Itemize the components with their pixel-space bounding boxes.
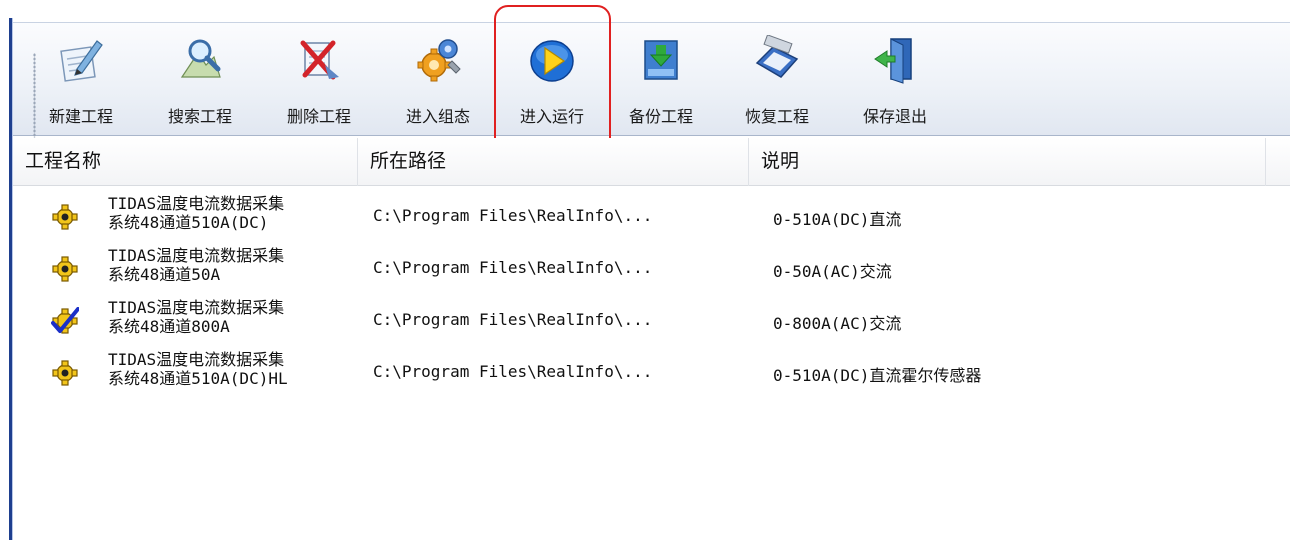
enter-run-label: 进入运行 xyxy=(519,107,584,126)
project-gear-icon xyxy=(51,359,79,387)
save-exit-label: 保存退出 xyxy=(862,107,927,126)
delete-project-icon xyxy=(295,35,343,85)
new-project-icon xyxy=(57,35,105,85)
project-name: TIDAS温度电流数据采集 系统48通道50A xyxy=(108,246,363,284)
project-name-line1: TIDAS温度电流数据采集 xyxy=(108,298,285,317)
project-description: 0-510A(DC)直流霍尔传感器 xyxy=(773,366,982,385)
column-header-path[interactable]: 所在路径 xyxy=(358,138,749,186)
column-header-description[interactable]: 说明 xyxy=(749,138,1266,186)
project-name: TIDAS温度电流数据采集 系统48通道510A(DC) xyxy=(108,194,363,232)
save-exit-door-icon xyxy=(871,35,919,85)
project-name-line1: TIDAS温度电流数据采集 xyxy=(108,194,285,213)
project-path: C:\Program Files\RealInfo\... xyxy=(373,206,653,225)
configure-gear-icon xyxy=(414,35,462,85)
project-description: 0-510A(DC)直流 xyxy=(773,210,902,229)
backup-project-button[interactable]: 备份工程 xyxy=(621,23,701,135)
project-row[interactable]: TIDAS温度电流数据采集 系统48通道50A C:\Program Files… xyxy=(13,242,1290,294)
enter-run-button[interactable]: 进入运行 xyxy=(512,23,592,135)
project-manager-window: 新建工程 搜索工程 删除工程 进入组态 进入运行 备份工程 恢复工程 保存退出 … xyxy=(0,0,1290,540)
column-header-name[interactable]: 工程名称 xyxy=(13,138,358,186)
search-project-label: 搜索工程 xyxy=(167,107,232,126)
delete-project-label: 删除工程 xyxy=(286,107,351,126)
project-path: C:\Program Files\RealInfo\... xyxy=(373,310,653,329)
toolbar: 新建工程 搜索工程 删除工程 进入组态 进入运行 备份工程 恢复工程 保存退出 xyxy=(13,22,1290,153)
project-path: C:\Program Files\RealInfo\... xyxy=(373,258,653,277)
new-project-label: 新建工程 xyxy=(48,107,113,126)
backup-project-label: 备份工程 xyxy=(628,107,693,126)
project-row-active[interactable]: TIDAS温度电流数据采集 系统48通道800A C:\Program File… xyxy=(13,294,1290,346)
run-play-icon xyxy=(528,35,576,85)
column-header-filler xyxy=(1266,138,1290,186)
project-description: 0-50A(AC)交流 xyxy=(773,262,892,281)
enter-configuration-button[interactable]: 进入组态 xyxy=(398,23,478,135)
project-name-line2: 系统48通道510A(DC)HL xyxy=(108,369,288,388)
project-name-line2: 系统48通道50A xyxy=(108,265,221,284)
project-row[interactable]: TIDAS温度电流数据采集 系统48通道510A(DC)HL C:\Progra… xyxy=(13,346,1290,398)
project-name-line2: 系统48通道510A(DC) xyxy=(108,213,269,232)
project-description: 0-800A(AC)交流 xyxy=(773,314,902,333)
search-project-button[interactable]: 搜索工程 xyxy=(160,23,240,135)
project-name-line1: TIDAS温度电流数据采集 xyxy=(108,350,285,369)
backup-download-icon xyxy=(637,35,685,85)
project-name: TIDAS温度电流数据采集 系统48通道800A xyxy=(108,298,363,336)
save-exit-button[interactable]: 保存退出 xyxy=(855,23,935,135)
delete-project-button[interactable]: 删除工程 xyxy=(279,23,359,135)
project-gear-checked-icon xyxy=(51,307,80,335)
project-gear-icon xyxy=(51,203,79,231)
restore-project-button[interactable]: 恢复工程 xyxy=(737,23,817,135)
new-project-button[interactable]: 新建工程 xyxy=(41,23,121,135)
project-path: C:\Program Files\RealInfo\... xyxy=(373,362,653,381)
project-row[interactable]: TIDAS温度电流数据采集 系统48通道510A(DC) C:\Program … xyxy=(13,190,1290,242)
search-project-icon xyxy=(176,35,224,85)
project-gear-icon xyxy=(51,255,79,283)
restore-icon xyxy=(753,34,801,85)
project-name: TIDAS温度电流数据采集 系统48通道510A(DC)HL xyxy=(108,350,363,388)
enter-configuration-label: 进入组态 xyxy=(405,107,470,126)
project-name-line2: 系统48通道800A xyxy=(108,317,230,336)
restore-project-label: 恢复工程 xyxy=(744,107,809,126)
project-name-line1: TIDAS温度电流数据采集 xyxy=(108,246,285,265)
